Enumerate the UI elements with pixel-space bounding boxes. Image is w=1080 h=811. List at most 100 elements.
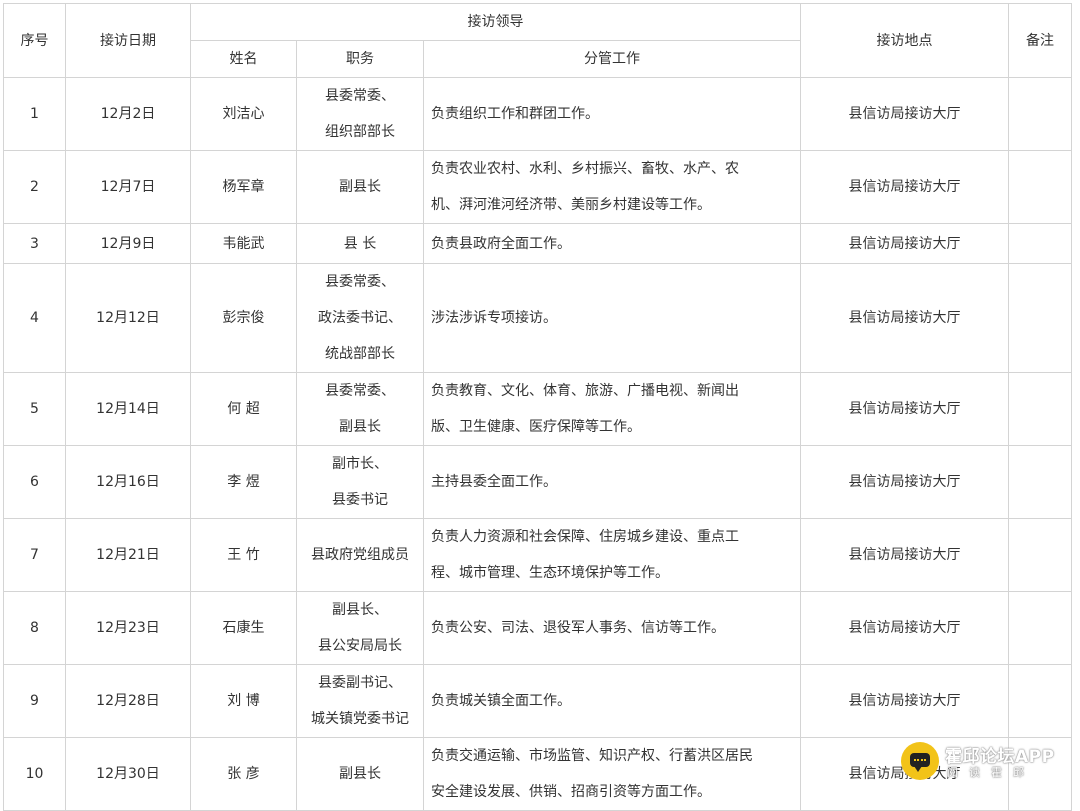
- cell-note: [1008, 664, 1072, 738]
- cell-duty-line: 涉法涉诉专项接访。: [431, 310, 557, 326]
- header-note: 备注: [1008, 3, 1072, 78]
- cell-place: 县信访局接访大厅: [800, 77, 1009, 151]
- cell-note: [1008, 372, 1072, 446]
- header-leader-group: 接访领导: [190, 3, 801, 41]
- cell-duty-line: 版、卫生健康、医疗保障等工作。: [431, 419, 641, 435]
- cell-position: 副县长: [296, 150, 424, 224]
- cell-position: 县委常委、组织部部长: [296, 77, 424, 151]
- cell-duty: 负责组织工作和群团工作。: [423, 77, 801, 151]
- table-row: 9 12月28日刘 博县委副书记、 城关镇党委书记 负责城关镇全面工作。 县信访局接访大…: [3, 664, 1072, 738]
- cell-date: 12月21日: [65, 518, 191, 592]
- cell-duty-line: 负责人力资源和社会保障、住房城乡建设、重点工: [431, 529, 739, 545]
- cell-duty: 负责城关镇全面工作。: [423, 664, 801, 738]
- cell-position: 县委常委、 副县长: [296, 372, 424, 446]
- cell-note: [1008, 591, 1072, 665]
- cell-name: 韦能武: [190, 223, 297, 264]
- cell-position: 副县长、 县公安局局长: [296, 591, 424, 665]
- cell-duty-line: 负责交通运输、市场监管、知识产权、行蓄洪区居民: [431, 748, 753, 764]
- cell-seq: 5: [3, 372, 66, 446]
- cell-position-line: 县委常委、: [325, 383, 395, 399]
- table-row: 8 12月23日 石康生 副县长、 县公安局局长 负责公安、司法、退役军人事务、信访等工作…: [3, 591, 1072, 665]
- cell-position-line: 统战部部长: [325, 346, 395, 362]
- cell-duty-line: 负责公安、司法、退役军人事务、信访等工作。: [431, 620, 725, 636]
- cell-seq: 2: [3, 150, 66, 224]
- cell-date: 12月2日: [65, 77, 191, 151]
- table-row: 2 12月7日 杨军章 副县长 负责农业农村、水利、乡村振兴、畜牧、水产、农 机、湃河淮河…: [3, 150, 1072, 224]
- cell-position-line: 县委常委、: [325, 274, 395, 290]
- cell-position: 副市长、 县委书记: [296, 445, 424, 519]
- cell-duty: 负责教育、文化、体育、旅游、广播电视、新闻出 版、卫生健康、医疗保障等工作。: [423, 372, 801, 446]
- cell-date: 12月23日: [65, 591, 191, 665]
- cell-duty: 负责农业农村、水利、乡村振兴、畜牧、水产、农 机、湃河淮河经济带、美丽乡村建设等工…: [423, 150, 801, 224]
- cell-duty: 负责交通运输、市场监管、知识产权、行蓄洪区居民 安全建设发展、供销、招商引资等方面…: [423, 737, 801, 811]
- cell-seq: 4: [3, 263, 66, 373]
- cell-note: [1008, 518, 1072, 592]
- cell-position-line: 副县长: [339, 766, 381, 782]
- header-duty: 分管工作: [423, 40, 801, 78]
- header-seq: 序号: [3, 3, 66, 78]
- cell-duty-line: 负责组织工作和群团工作。: [431, 106, 599, 122]
- header-date: 接访日期: [65, 3, 191, 78]
- cell-duty: 负责人力资源和社会保障、住房城乡建设、重点工 程、城市管理、生态环境保护等工作。: [423, 518, 801, 592]
- cell-name: 张 彦: [190, 737, 297, 811]
- cell-seq: 6: [3, 445, 66, 519]
- cell-place: 县信访局接访大厅: [800, 664, 1009, 738]
- cell-seq: 10: [3, 737, 66, 811]
- cell-position-line: 城关镇党委书记: [311, 711, 409, 727]
- cell-place: 县信访局接访大厅: [800, 372, 1009, 446]
- cell-duty-line: 机、湃河淮河经济带、美丽乡村建设等工作。: [431, 197, 711, 213]
- cell-place: 县信访局接访大厅: [800, 591, 1009, 665]
- cell-position-line: 县委常委、: [325, 88, 395, 104]
- cell-position: 县委常委、 政法委书记、 统战部部长: [296, 263, 424, 373]
- cell-name: 李 煜: [190, 445, 297, 519]
- cell-position: 副县长: [296, 737, 424, 811]
- cell-note: [1008, 150, 1072, 224]
- cell-name: 何 超: [190, 372, 297, 446]
- cell-duty-line: 主持县委全面工作。: [431, 474, 557, 490]
- cell-date: 12月14日: [65, 372, 191, 446]
- cell-place: 县信访局接访大厅: [800, 223, 1009, 264]
- cell-duty-line: 负责农业农村、水利、乡村振兴、畜牧、水产、农: [431, 161, 739, 177]
- cell-name: 刘 博: [190, 664, 297, 738]
- table-row: 4 12月12日 彭宗俊 县委常委、 政法委书记、 统战部部长 涉法涉诉专项接访。 县信访局接…: [3, 263, 1072, 373]
- cell-name: 刘洁心: [190, 77, 297, 151]
- cell-position-line: 副市长、: [332, 456, 388, 472]
- cell-position-line: 县 长: [343, 235, 377, 252]
- cell-date: 12月9日: [65, 223, 191, 264]
- cell-duty-line: 程、城市管理、生态环境保护等工作。: [431, 565, 669, 581]
- cell-date: 12月12日: [65, 263, 191, 373]
- cell-position-line: 县公安局局长: [318, 638, 402, 654]
- cell-place: 县信访局接访大厅: [800, 518, 1009, 592]
- cell-name: 石康生: [190, 591, 297, 665]
- cell-duty: 主持县委全面工作。: [423, 445, 801, 519]
- header-name: 姓名: [190, 40, 297, 78]
- header-place: 接访地点: [800, 3, 1009, 78]
- cell-position: 县政府党组成员: [296, 518, 424, 592]
- forum-app-watermark: 霍邱论坛APP 阅读霍邱: [901, 740, 1076, 792]
- cell-duty: 负责县政府全面工作。: [423, 223, 801, 264]
- cell-position-line: 副县长: [339, 179, 381, 195]
- cell-name: 彭宗俊: [190, 263, 297, 373]
- cell-seq: 3: [3, 223, 66, 264]
- cell-note: [1008, 445, 1072, 519]
- reception-schedule-table: 序号 接访日期 接访领导 接访地点 备注 姓名 职务 分管工作 1 12月2日 刘洁…: [3, 3, 1072, 811]
- cell-seq: 1: [3, 77, 66, 151]
- cell-place: 县信访局接访大厅: [800, 445, 1009, 519]
- cell-position-line: 县政府党组成员: [311, 547, 409, 563]
- table-row: 5 12月14日何 超县委常委、 副县长 负责教育、文化、体育、旅游、广播电视、新闻出…: [3, 372, 1072, 446]
- cell-note: [1008, 263, 1072, 373]
- cell-place: 县信访局接访大厅: [800, 263, 1009, 373]
- cell-note: [1008, 223, 1072, 264]
- cell-position-line: 组织部部长: [325, 124, 395, 140]
- table-row: 1 12月2日 刘洁心 县委常委、 组织部部长 负责组织工作和群团工作。 县信访局接访大厅: [3, 77, 1072, 151]
- cell-duty-line: 负责教育、文化、体育、旅游、广播电视、新闻出: [431, 383, 739, 399]
- table-row: 6 12月16日李 煜副市长、 县委书记 主持县委全面工作。 县信访局接访大厅: [3, 445, 1072, 519]
- cell-name: 王 竹: [190, 518, 297, 592]
- watermark-subtitle: 阅读霍邱: [947, 766, 1035, 779]
- header-position: 职务: [296, 40, 424, 78]
- cell-place: 县信访局接访大厅: [800, 150, 1009, 224]
- cell-date: 12月28日: [65, 664, 191, 738]
- cell-position-line: 副县长: [339, 419, 381, 435]
- table-row: 7 12月21日王 竹县政府党组成员 负责人力资源和社会保障、住房城乡建设、重点工程…: [3, 518, 1072, 592]
- cell-note: [1008, 77, 1072, 151]
